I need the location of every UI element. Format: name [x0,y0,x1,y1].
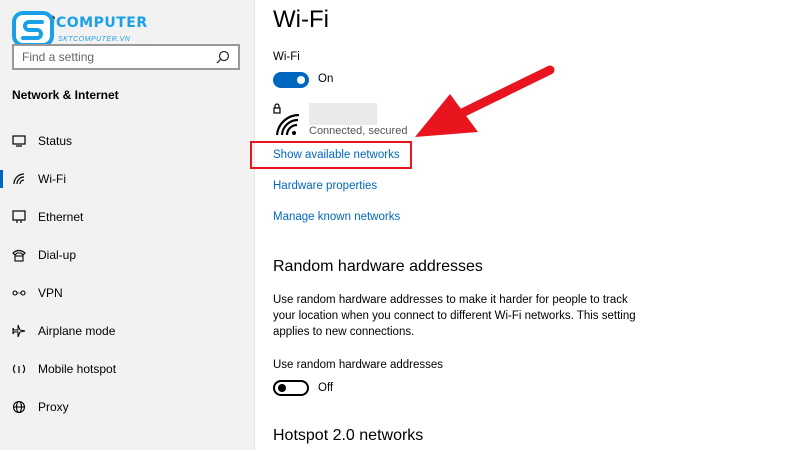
hotspot-icon [11,361,27,377]
toggle-knob [278,384,286,392]
random-hw-toggle[interactable] [273,380,309,396]
logo-word: COMPUTER [56,15,148,31]
network-status: Connected, secured [309,125,408,137]
search-input[interactable]: Find a setting [12,44,240,70]
sidebar-item-label: Mobile hotspot [38,362,117,376]
dialup-icon [11,247,27,263]
logo-mark-icon [12,11,54,47]
sidebar-item-label: Ethernet [38,210,84,224]
sidebar-item-wifi[interactable]: Wi-Fi [0,160,254,198]
wifi-toggle[interactable] [273,72,309,88]
sidebar-item-dialup[interactable]: Dial-up [0,236,254,274]
sidebar-item-airplane[interactable]: Airplane mode [0,312,254,350]
sidebar-item-ethernet[interactable]: Ethernet [0,198,254,236]
vpn-icon [11,285,27,301]
watermark-logo: COMPUTER SKTCOMPUTER.VN [12,11,147,47]
toggle-knob [297,76,305,84]
section-title: Network & Internet [12,88,119,102]
sidebar-item-label: Airplane mode [38,324,116,338]
random-hw-setting-label: Use random hardware addresses [273,359,444,371]
random-hw-toggle-state: Off [318,382,334,394]
wifi-label: Wi-Fi [273,51,300,63]
connected-network[interactable]: Connected, secured [273,103,413,139]
search-icon[interactable] [216,50,230,64]
sidebar-item-vpn[interactable]: VPN [0,274,254,312]
sidebar-item-label: Dial-up [38,248,77,262]
manage-known-networks-link[interactable]: Manage known networks [273,211,400,223]
annotation-highlight-box [250,141,412,169]
sidebar-item-label: VPN [38,286,63,300]
search-placeholder: Find a setting [22,50,95,64]
sidebar: ⌂ Home COMPUTER SKTCOMPUTER.VN Find a se… [0,0,255,450]
sidebar-item-label: Proxy [38,400,69,414]
sidebar-item-status[interactable]: Status [0,122,254,160]
sidebar-nav: Status Wi-Fi Ethernet Dial-up VPN Airpla… [0,122,254,426]
airplane-icon [11,323,27,339]
sidebar-item-hotspot[interactable]: Mobile hotspot [0,350,254,388]
status-icon [11,133,27,149]
wifi-icon [11,171,27,187]
sidebar-item-label: Status [38,134,73,148]
random-hw-description: Use random hardware addresses to make it… [273,294,636,338]
sidebar-item-label: Wi-Fi [38,172,66,186]
hotspot-heading: Hotspot 2.0 networks [273,427,424,444]
network-name-redacted [309,103,377,125]
sidebar-item-proxy[interactable]: Proxy [0,388,254,426]
random-hw-heading: Random hardware addresses [273,258,483,275]
wifi-secured-icon [273,103,300,136]
hardware-properties-link[interactable]: Hardware properties [273,180,377,192]
main-content: Wi-Fi Wi-Fi On Connected, secured Show a… [254,0,800,450]
ethernet-icon [11,209,27,225]
wifi-toggle-state: On [318,73,334,85]
page-title: Wi-Fi [273,6,329,33]
proxy-icon [11,399,27,415]
logo-sub: SKTCOMPUTER.VN [58,36,131,43]
